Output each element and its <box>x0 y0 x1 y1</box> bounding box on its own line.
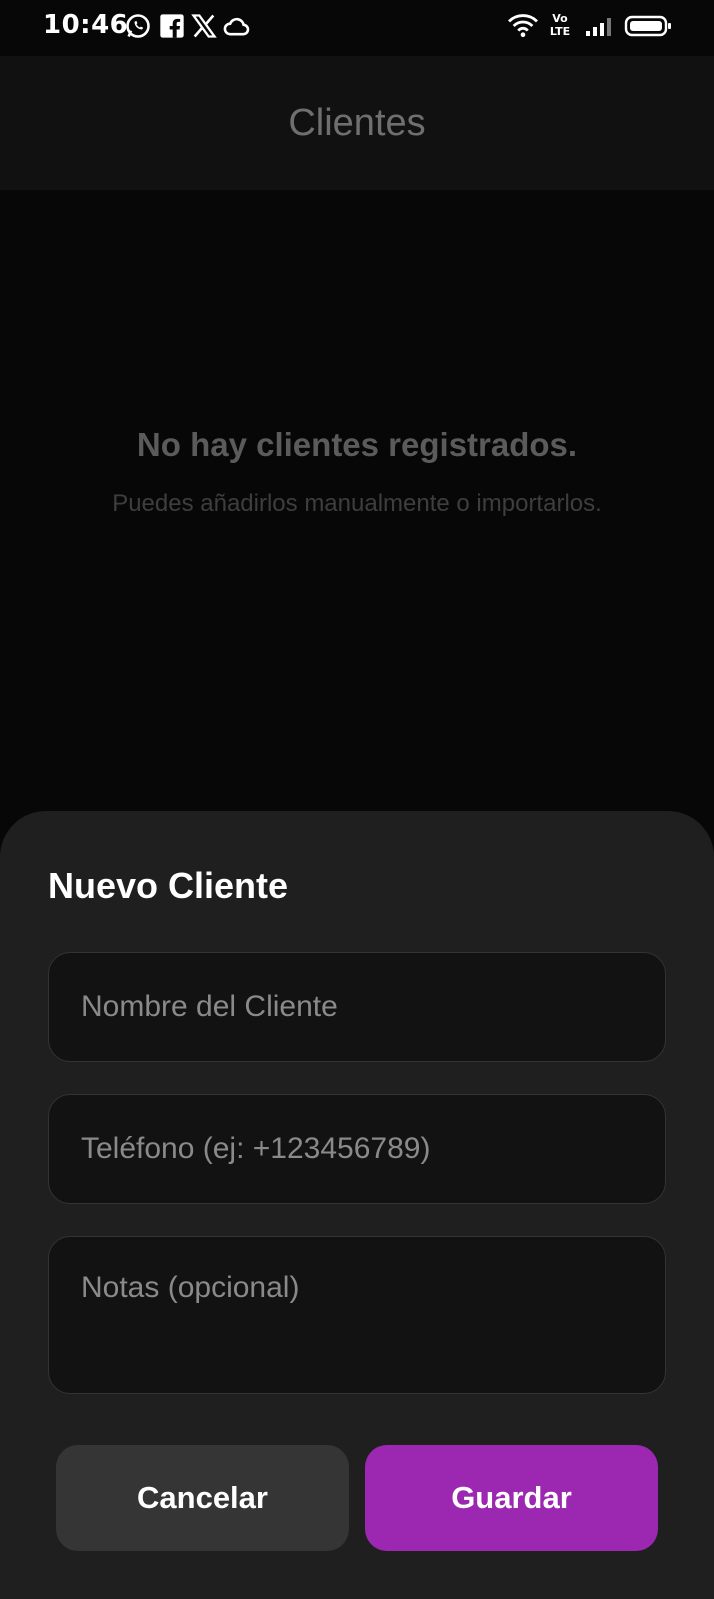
client-name-input[interactable] <box>49 953 665 1061</box>
signal-icon <box>584 12 616 40</box>
facebook-icon <box>158 12 186 40</box>
notes-input[interactable] <box>49 1237 665 1393</box>
save-button[interactable]: Guardar <box>365 1445 658 1551</box>
client-name-field-container <box>48 952 666 1062</box>
page-title: Clientes <box>288 102 426 144</box>
battery-icon <box>624 12 674 40</box>
status-bar: 10:46 Vo LTE <box>0 0 714 56</box>
screen: 10:46 Vo LTE Clientes No hay clientes re… <box>0 0 714 1599</box>
cancel-button[interactable]: Cancelar <box>56 1445 349 1551</box>
empty-state-title: No hay clientes registrados. <box>136 426 578 463</box>
whatsapp-icon <box>124 12 152 40</box>
wifi-icon <box>506 12 540 40</box>
x-icon <box>190 12 218 40</box>
cloud-icon <box>222 12 250 40</box>
lte-label: LTE <box>549 25 571 38</box>
phone-input[interactable] <box>49 1095 665 1203</box>
volte-icon: Vo LTE <box>546 12 574 38</box>
status-time: 10:46 <box>43 10 129 40</box>
app-bar: Clientes <box>0 56 714 190</box>
notes-field-container <box>48 1236 666 1394</box>
empty-state-subtitle: Puedes añadirlos manualmente o importarl… <box>112 490 602 517</box>
phone-field-container <box>48 1094 666 1204</box>
new-client-sheet: Nuevo Cliente Cancelar Guardar <box>0 811 714 1599</box>
sheet-title: Nuevo Cliente <box>48 865 289 906</box>
volte-label: Vo <box>552 12 568 25</box>
